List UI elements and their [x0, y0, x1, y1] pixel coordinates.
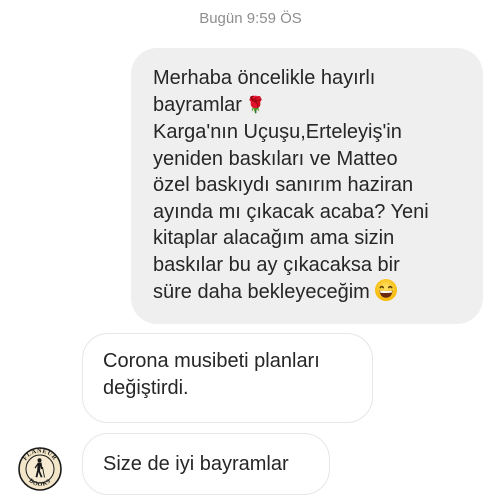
message-line: değiştirdi.	[103, 376, 189, 399]
incoming-message-bubble[interactable]: Corona musibeti planları değiştirdi.	[82, 333, 373, 423]
chat-screen: Bugün 9:59 ÖS Merhaba öncelikle hayırlı …	[0, 0, 501, 500]
message-line: Corona musibeti planları	[103, 350, 320, 372]
flaneur-books-logo-icon: FLANEUR BOOKS	[18, 447, 62, 491]
message-line: Size de iyi bayramlar	[103, 453, 289, 475]
message-line-text: bayramlar	[153, 93, 242, 116]
message-line-text: süre daha bekleyeceğim	[153, 281, 370, 303]
grinning-face-emoji-icon	[374, 278, 398, 310]
rose-emoji-icon: 🌹	[245, 96, 266, 114]
message-line: yeniden baskıları ve Matteo	[153, 147, 398, 170]
message-line: Karga'nın Uçuşu,Erteleyiş'in	[153, 121, 402, 143]
incoming-message-bubble[interactable]: Size de iyi bayramlar	[82, 433, 330, 495]
message-line: özel baskıydı sanırım haziran	[153, 174, 414, 196]
message-line: baskılar bu ay çıkacaksa bir	[153, 253, 400, 276]
message-line: Merhaba öncelikle hayırlı	[153, 67, 376, 89]
sender-avatar[interactable]: FLANEUR BOOKS	[18, 447, 62, 491]
outgoing-message-bubble[interactable]: Merhaba öncelikle hayırlı bayramlar 🌹 Kar…	[131, 48, 483, 324]
message-line: ayında mı çıkacak acaba? Yeni	[153, 200, 429, 223]
message-line-with-emoji: süre daha bekleyeceğim	[153, 278, 467, 310]
message-line: kitaplar alacağım ama sizin	[153, 227, 395, 249]
message-timestamp: Bugün 9:59 ÖS	[199, 10, 302, 27]
message-line-with-emoji: bayramlar 🌹	[153, 92, 467, 120]
